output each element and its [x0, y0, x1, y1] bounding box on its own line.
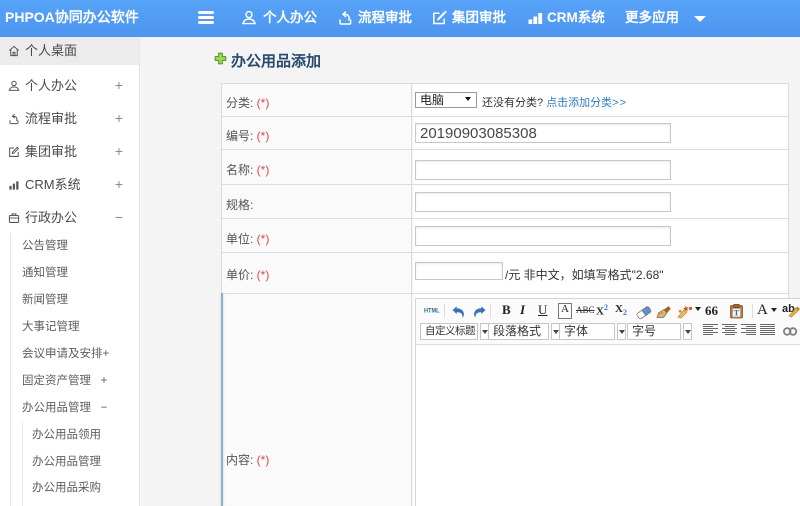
- svg-text:T: T: [734, 308, 740, 318]
